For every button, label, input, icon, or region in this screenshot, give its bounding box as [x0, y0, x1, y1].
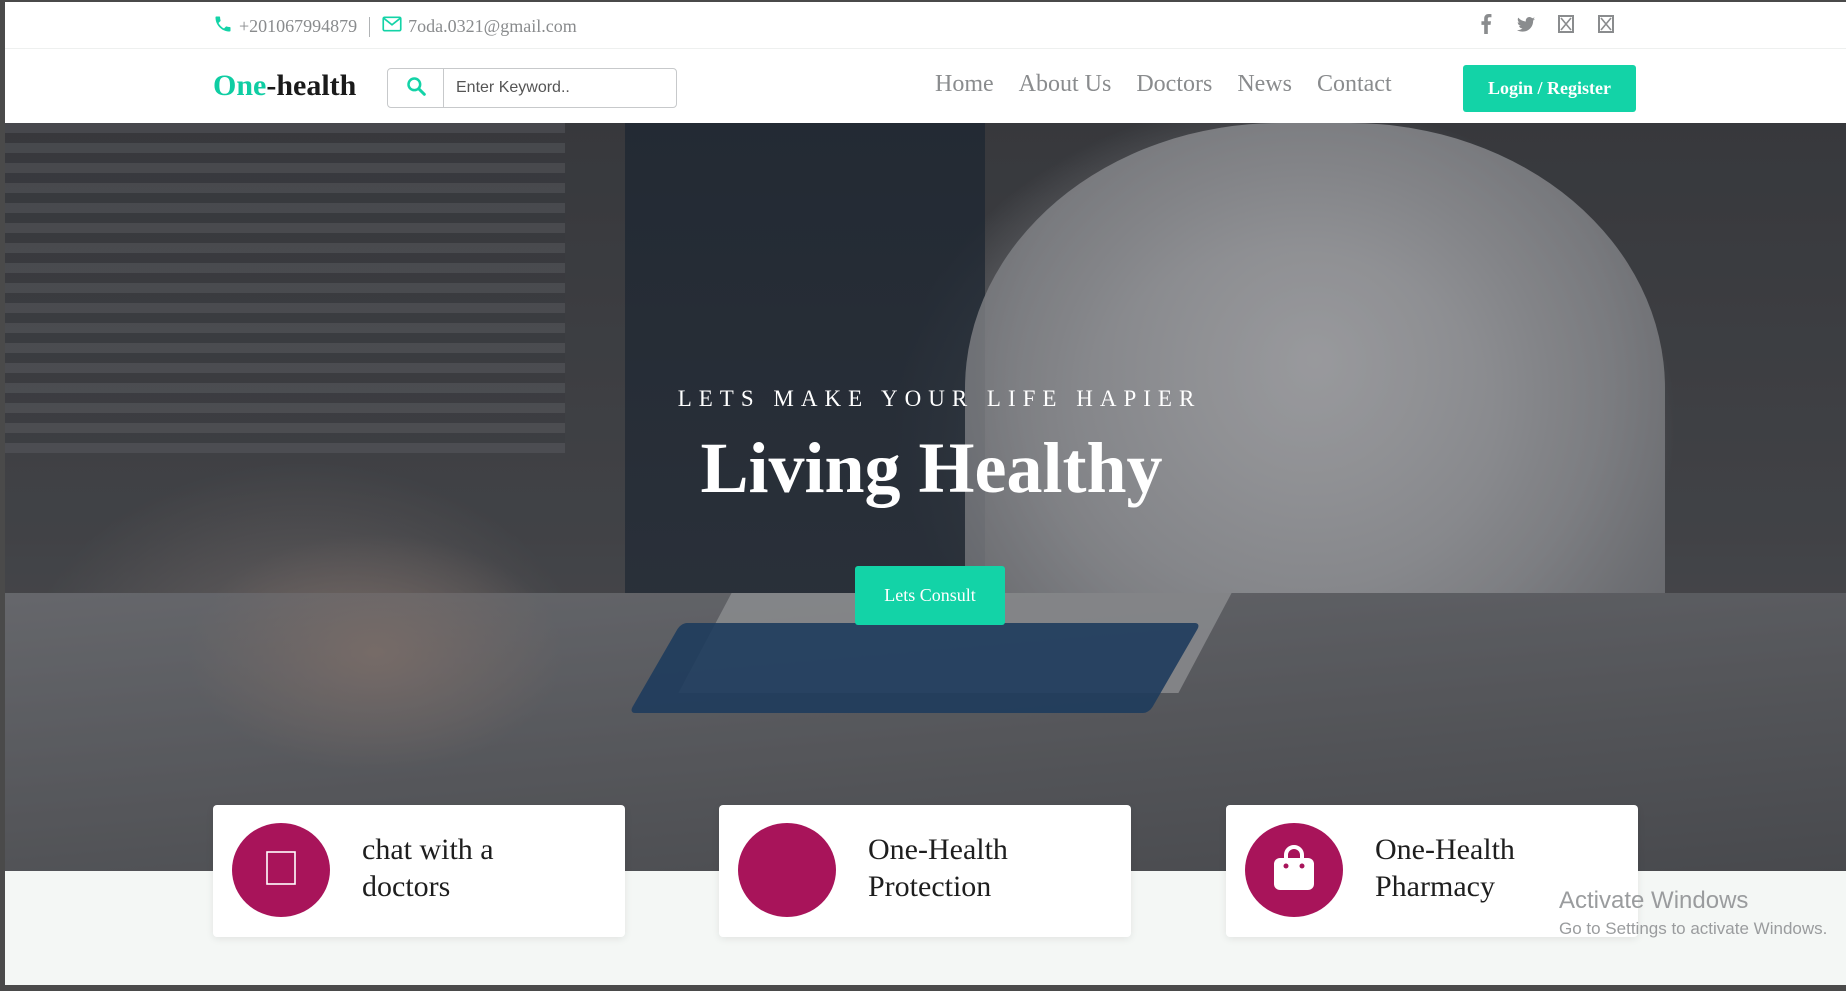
search-button[interactable]: [388, 69, 444, 107]
hero-tagline: LETS MAKE YOUR LIFE HAPIER: [677, 386, 1202, 411]
hero-headline: Living Healthy: [700, 428, 1163, 508]
nav-item-about-us[interactable]: About Us: [1019, 71, 1112, 98]
nav-item-doctors[interactable]: Doctors: [1136, 71, 1212, 98]
twitter-icon[interactable]: [1517, 14, 1535, 34]
email-address[interactable]: 7oda.0321@gmail.com: [408, 16, 577, 37]
top-info-bar: +201067994879 7oda.0321@gmail.com: [5, 2, 1846, 49]
search-box: [387, 68, 677, 108]
feature-card-chat[interactable]: chat with a doctors: [213, 805, 625, 937]
card-label-line2: doctors: [362, 870, 451, 903]
hero-section: LETS MAKE YOUR LIFE HAPIER Living Health…: [5, 123, 1846, 871]
bag-icon-badge: [1245, 823, 1343, 917]
social-links: [1477, 14, 1846, 34]
logo-accent: One: [213, 69, 267, 102]
main-navbar: One-health Home About Us Doctors News Co…: [5, 49, 1846, 123]
logo-rest: -health: [266, 69, 357, 102]
card-label-line2: Pharmacy: [1375, 870, 1495, 903]
lets-consult-button[interactable]: Lets Consult: [855, 566, 1005, 625]
search-icon: [406, 76, 426, 101]
activate-subtitle: Go to Settings to activate Windows.: [1559, 919, 1828, 938]
instagram-icon[interactable]: [1557, 14, 1575, 34]
shield-icon-badge: [738, 823, 836, 917]
browser-frame: +201067994879 7oda.0321@gmail.com One-he…: [0, 0, 1846, 991]
facebook-icon[interactable]: [1477, 14, 1495, 34]
contact-info: +201067994879 7oda.0321@gmail.com: [213, 14, 577, 39]
feature-card-label: chat with a doctors: [362, 831, 494, 905]
instagram-icon[interactable]: [1597, 14, 1615, 34]
bag-icon: [1268, 842, 1320, 899]
card-label-line1: chat with a: [362, 833, 494, 866]
phone-number[interactable]: +201067994879: [239, 16, 357, 37]
chat-icon: [265, 850, 297, 891]
mail-icon: [382, 15, 408, 38]
feature-card-label: One-Health Pharmacy: [1375, 831, 1515, 905]
card-label-line1: One-Health: [1375, 833, 1515, 866]
page: +201067994879 7oda.0321@gmail.com One-he…: [5, 2, 1846, 985]
activate-title: Activate Windows: [1559, 887, 1749, 914]
nav-menu: Home About Us Doctors News Contact: [935, 71, 1417, 98]
nav-item-news[interactable]: News: [1237, 71, 1292, 98]
chat-icon-badge: [232, 823, 330, 917]
phone-icon: [213, 14, 239, 39]
login-register-button[interactable]: Login / Register: [1463, 65, 1636, 112]
card-label-line1: One-Health: [868, 833, 1008, 866]
windows-activation-watermark: Activate Windows Go to Settings to activ…: [1559, 887, 1827, 939]
nav-item-contact[interactable]: Contact: [1317, 71, 1392, 98]
feature-card-label: One-Health Protection: [868, 831, 1008, 905]
feature-card-protection[interactable]: One-Health Protection: [719, 805, 1131, 937]
card-label-line2: Protection: [868, 870, 992, 903]
site-logo[interactable]: One-health: [213, 69, 356, 103]
divider: [369, 16, 371, 37]
search-input[interactable]: [444, 69, 664, 107]
nav-item-home[interactable]: Home: [935, 71, 994, 98]
